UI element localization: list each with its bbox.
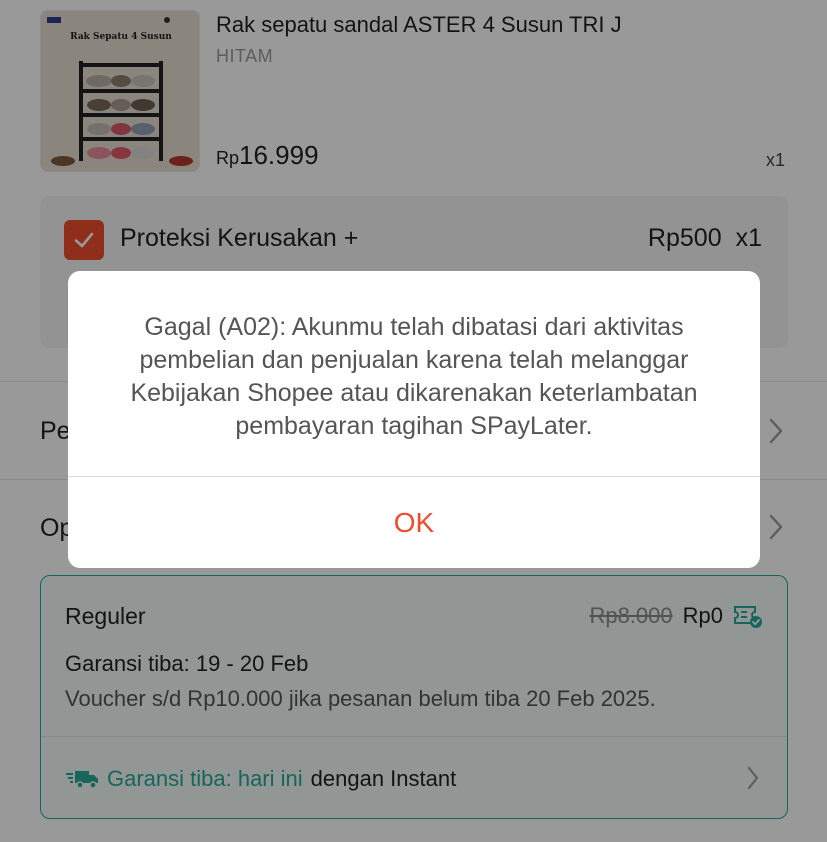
error-message: Gagal (A02): Akunmu telah dibatasi dari … bbox=[130, 313, 698, 440]
checkout-page: Rak Sepatu 4 Susun Rak sepatu sandal AST… bbox=[0, 0, 827, 842]
ok-button[interactable]: OK bbox=[68, 477, 760, 568]
error-dialog: Gagal (A02): Akunmu telah dibatasi dari … bbox=[68, 271, 760, 568]
